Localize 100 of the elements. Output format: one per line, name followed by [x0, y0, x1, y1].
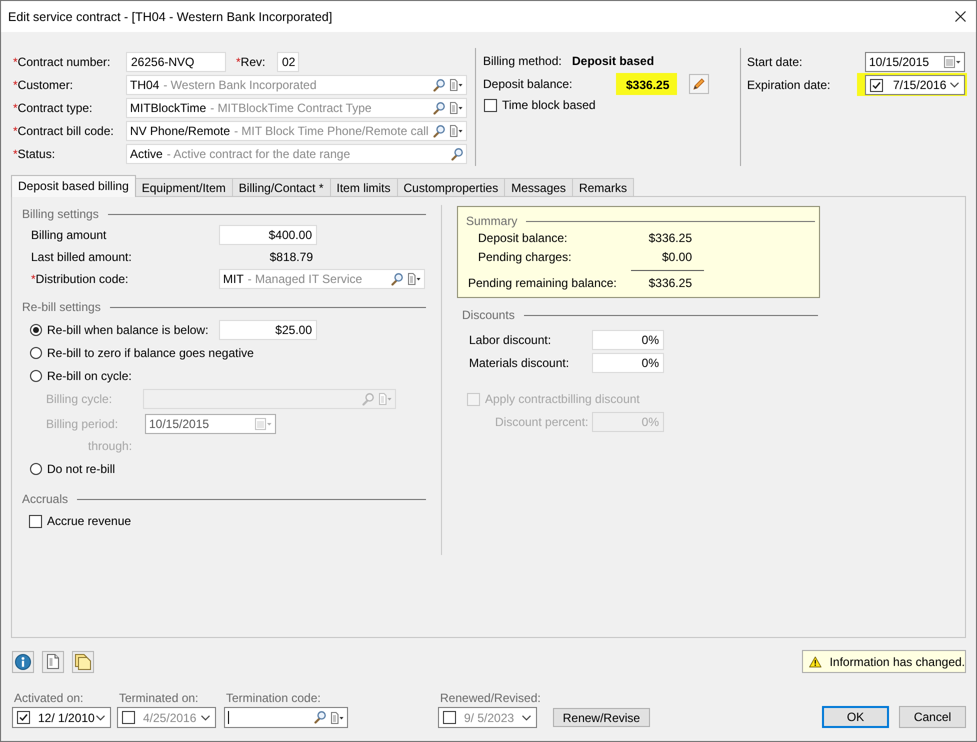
document-dropdown-icon[interactable] [330, 712, 344, 724]
tab[interactable]: Item limits [330, 178, 398, 196]
field-label: *Contract bill code: [13, 124, 115, 138]
close-icon[interactable] [955, 11, 966, 22]
field-label: Billing method: [483, 54, 563, 68]
tab[interactable]: Remarks [572, 178, 634, 196]
radio-label: Do not re-bill [47, 462, 116, 476]
group-title: Billing settings [22, 207, 99, 221]
field-label: *Rev: [236, 55, 266, 69]
warning-icon [809, 654, 822, 670]
radio-button[interactable] [30, 324, 42, 336]
field-label: *Distribution code: [31, 272, 130, 286]
percent-field[interactable]: 0% [592, 330, 664, 350]
field-label: Labor discount: [469, 333, 552, 347]
document-dropdown-icon[interactable] [449, 125, 463, 137]
field-label: Renewed/Revised: [439, 691, 541, 705]
field-label: Billing cycle: [46, 392, 114, 406]
field-label: Terminated on: [118, 691, 200, 705]
notice-text: Information has changed. [830, 654, 965, 668]
radio-button[interactable] [30, 370, 42, 382]
summary-value: $336.25 [648, 231, 693, 245]
tab[interactable]: Equipment/Item [134, 178, 233, 196]
date-picker[interactable]: 12/ 1/2010 [12, 707, 111, 728]
summary-value: $0.00 [660, 250, 693, 264]
group-title: Summary [466, 214, 518, 228]
text-field[interactable]: 26256-NVQ [126, 52, 226, 72]
billing-method-value: Deposit based [572, 54, 654, 68]
page-icon [47, 654, 59, 669]
amount-value: $818.79 [268, 250, 313, 264]
field-label: Last billed amount: [31, 250, 133, 264]
search-icon[interactable] [451, 148, 463, 160]
field-label: Materials discount: [469, 356, 570, 370]
chevron-icon[interactable] [96, 714, 105, 720]
percent-field[interactable]: 0% [592, 353, 664, 373]
radio-label: Re-bill to zero if balance goes negative [47, 346, 254, 360]
search-icon[interactable] [433, 78, 445, 92]
summary-value: $336.25 [648, 276, 693, 290]
radio-label: Re-bill when balance is below: [47, 323, 210, 337]
tab[interactable]: Customproperties [396, 178, 506, 196]
chevron-icon[interactable] [950, 82, 959, 88]
field-label: Billing amount [31, 228, 108, 242]
field-label: through: [88, 439, 132, 453]
search-icon[interactable] [433, 124, 445, 138]
pencil-icon [693, 78, 706, 90]
checkbox[interactable] [443, 711, 456, 724]
pages-button[interactable] [72, 650, 94, 672]
checkbox[interactable] [870, 78, 883, 92]
field-label: Activated on: [13, 691, 84, 705]
chevron-icon[interactable] [522, 714, 531, 720]
field-label: Deposit balance: [483, 77, 574, 91]
summary-label: Pending remaining balance: [468, 276, 618, 290]
page-button[interactable] [42, 650, 64, 672]
text-field[interactable]: 02 [277, 52, 299, 72]
tab[interactable]: Deposit based billing [11, 175, 136, 197]
group-title: Re-bill settings [22, 300, 101, 314]
deposit-balance-value: $336.25 [616, 73, 678, 95]
info-button[interactable] [12, 650, 34, 672]
radio-label: Re-bill on cycle: [47, 369, 132, 383]
group-title: Accruals [22, 492, 68, 506]
radio-button[interactable] [30, 463, 42, 475]
lookup-field[interactable]: NV Phone/Remote - MIT Block Time Phone/Remote call [126, 121, 467, 141]
summary-label: Pending charges: [478, 250, 572, 264]
date-field[interactable]: 10/15/2015 [865, 52, 965, 72]
document-dropdown-icon[interactable] [449, 102, 463, 114]
lookup-field[interactable]: Active - Active contract for the date range [126, 144, 467, 164]
tab[interactable]: Billing/Contact * [232, 178, 331, 196]
field-label: Expiration date: [747, 78, 832, 92]
search-icon[interactable] [314, 711, 326, 724]
amount-field[interactable]: $25.00 [219, 320, 317, 340]
search-icon[interactable] [391, 272, 403, 286]
lookup-field[interactable]: MITBlockTime - MITBlockTime Contract Type [126, 98, 467, 118]
edit-button[interactable] [689, 74, 710, 94]
field-label: *Contract type: [13, 101, 94, 115]
pages-icon [75, 654, 91, 670]
date-picker[interactable]: 7/15/2016 [865, 75, 965, 95]
checkbox[interactable] [17, 711, 30, 724]
checkbox[interactable] [484, 98, 497, 112]
renew-revise-button[interactable]: Renew/Revise [552, 708, 650, 727]
dialog-button[interactable]: Cancel [899, 706, 966, 728]
field-label: Billing period: [46, 417, 120, 431]
document-dropdown-icon[interactable] [407, 273, 421, 285]
dialog-button[interactable]: OK [822, 706, 889, 728]
field-label: Discount percent: [495, 415, 590, 429]
info-icon [15, 654, 31, 670]
calendar-icon[interactable] [944, 56, 961, 68]
search-icon[interactable] [433, 102, 445, 114]
amount-field[interactable]: $400.00 [219, 225, 317, 245]
tab[interactable]: Messages [504, 178, 573, 196]
lookup-field[interactable]: MIT - Managed IT Service [219, 269, 425, 289]
checkbox-label: Accrue revenue [47, 514, 132, 528]
chevron-icon[interactable] [201, 714, 210, 720]
checkbox-label: Apply contractbilling discount [485, 392, 640, 406]
window-title: Edit service contract - [TH04 - Western Bank Incorporated] [8, 10, 334, 24]
lookup-field[interactable] [224, 707, 348, 728]
radio-button[interactable] [30, 347, 42, 359]
lookup-field[interactable]: TH04 - Western Bank Incorporated [126, 75, 467, 95]
checkbox[interactable] [29, 514, 42, 528]
checkbox[interactable] [122, 711, 135, 724]
document-dropdown-icon[interactable] [449, 79, 463, 91]
summary-label: Deposit balance: [478, 231, 568, 245]
